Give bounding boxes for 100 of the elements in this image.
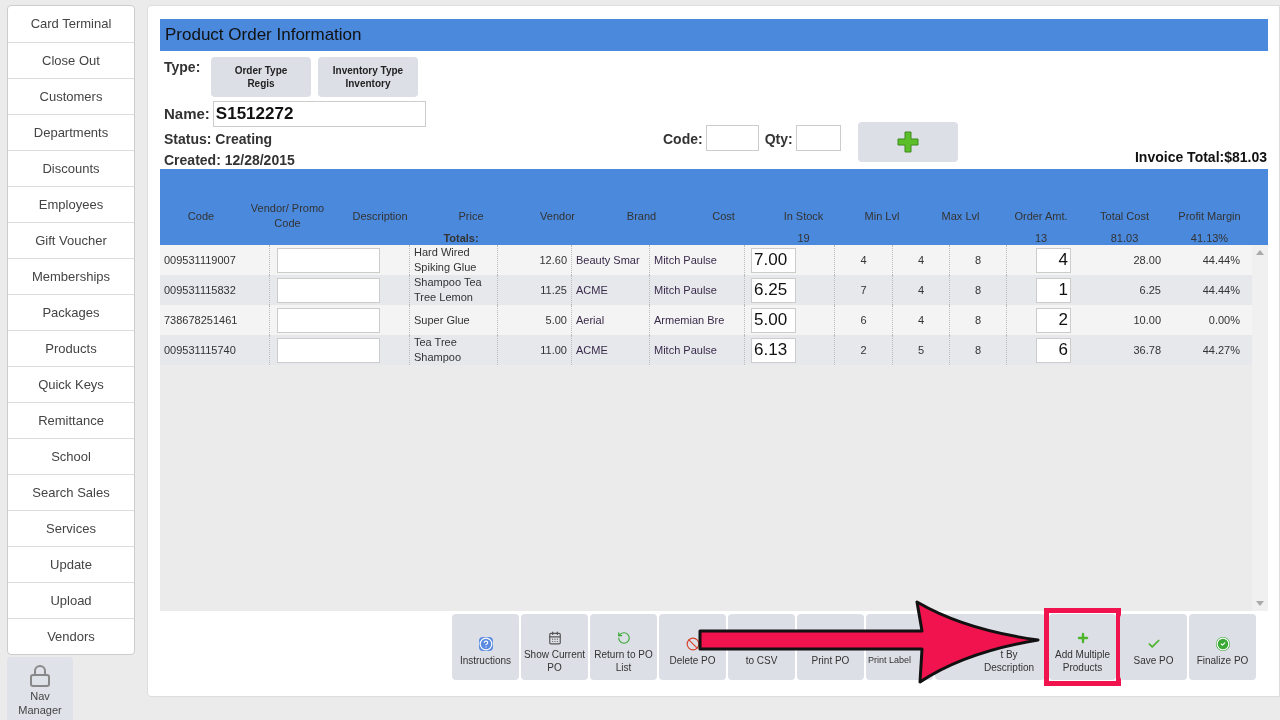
- sidebar-item[interactable]: Vendors: [8, 618, 134, 654]
- return-icon: [616, 630, 631, 645]
- table-cell: 0.00%: [1208, 312, 1240, 328]
- sidebar-item[interactable]: Close Out: [8, 42, 134, 78]
- type-label: Type:: [164, 58, 202, 77]
- cost-field[interactable]: 5.00: [751, 307, 796, 333]
- code-field[interactable]: [705, 125, 759, 151]
- table-cell: 009531115832: [164, 282, 236, 298]
- toolbar-button[interactable]: Save PO: [1120, 614, 1187, 680]
- scrollbar[interactable]: [1252, 245, 1268, 611]
- sidebar-item[interactable]: Packages: [8, 294, 134, 330]
- total-cell-text: 19: [796, 231, 811, 245]
- name-field[interactable]: S1512272: [212, 101, 426, 127]
- sidebar-item[interactable]: School: [8, 438, 134, 474]
- table-cell: 10.00: [1133, 312, 1161, 328]
- sidebar-item[interactable]: Update: [8, 546, 134, 582]
- column-header: Max Lvl: [940, 208, 981, 224]
- table-cell: 4: [860, 252, 867, 268]
- type-button[interactable]: Inventory Type Inventory: [318, 57, 418, 97]
- toolbar-button[interactable]: Instructions: [452, 614, 519, 680]
- table-cell: Super Glue: [414, 312, 470, 328]
- promo-code-field[interactable]: [277, 307, 380, 333]
- sidebar-item[interactable]: Products: [8, 330, 134, 366]
- sidebar-item[interactable]: Search Sales: [8, 474, 134, 510]
- invoice-total: Invoice Total:$81.03: [1135, 148, 1267, 167]
- sidebar-item[interactable]: Services: [8, 510, 134, 546]
- table-cell: Mitch Paulse: [654, 342, 717, 358]
- table-cell: 2: [860, 342, 867, 358]
- table-cell: 4: [917, 312, 925, 328]
- sidebar-item[interactable]: Memberships: [8, 258, 134, 294]
- table-cell: 4: [917, 252, 925, 268]
- table-cell: Mitch Paulse: [654, 252, 717, 268]
- table-cell-text: Hard Wired Spiking Glue: [414, 245, 478, 275]
- column-header: Min Lvl: [863, 208, 901, 224]
- nav-manager-button[interactable]: Nav Manager: [7, 657, 73, 720]
- qty-label: Qty:: [764, 130, 793, 149]
- table-cell: 8: [974, 252, 982, 268]
- table-cell: 7: [860, 282, 867, 298]
- toolbar-button[interactable]: Return to PO List: [590, 614, 657, 680]
- order-amount-field[interactable]: 4: [1036, 247, 1071, 273]
- table-cell-text: Tea Tree Shampoo: [414, 335, 463, 365]
- table-cell: 009531115740: [164, 342, 236, 358]
- sidebar-item[interactable]: Customers: [8, 78, 134, 114]
- table-cell: 11.00: [540, 342, 567, 358]
- order-amount-field[interactable]: 2: [1036, 307, 1071, 333]
- toolbar-button[interactable]: Finalize PO: [1189, 614, 1256, 680]
- sidebar-item[interactable]: Departments: [8, 114, 134, 150]
- column-header: Total Cost: [1099, 208, 1150, 224]
- delete-icon: [685, 637, 700, 651]
- plus-icon: [896, 131, 919, 153]
- total-cell-text: 41.13%: [1189, 231, 1230, 245]
- toolbar-button[interactable]: Show Current PO: [521, 614, 588, 680]
- table-cell: 6: [860, 312, 867, 328]
- scroll-up-icon[interactable]: [1256, 250, 1264, 255]
- table-cell: 6.25: [1139, 282, 1161, 298]
- table-cell: Armemian Bre: [654, 312, 725, 328]
- total-cell-text: 81.03: [1109, 231, 1140, 245]
- promo-code-field[interactable]: [277, 277, 380, 303]
- created-text: Created: 12/28/2015: [164, 151, 296, 170]
- table-cell: 5: [917, 342, 925, 358]
- sidebar-item[interactable]: Upload: [8, 582, 134, 618]
- order-amount-field[interactable]: 6: [1036, 337, 1071, 363]
- table-cell: 009531119007: [164, 252, 236, 268]
- sidebar-item[interactable]: Gift Voucher: [8, 222, 134, 258]
- cost-field[interactable]: 6.13: [751, 337, 796, 363]
- table-cell: 738678251461: [164, 312, 238, 328]
- column-header: Description: [351, 208, 409, 224]
- sidebar-item[interactable]: Discounts: [8, 150, 134, 186]
- column-header: Order Amt.: [1013, 208, 1069, 224]
- sidebar-item[interactable]: Employees: [8, 186, 134, 222]
- calendar-icon: [547, 630, 562, 645]
- cost-field[interactable]: 6.25: [751, 277, 796, 303]
- promo-code-field[interactable]: [277, 247, 380, 273]
- order-amount-field[interactable]: 1: [1036, 277, 1071, 303]
- table-cell: 5.00: [545, 312, 567, 328]
- sidebar-item[interactable]: Remittance: [8, 402, 134, 438]
- promo-code-field[interactable]: [277, 337, 380, 363]
- cost-field[interactable]: 7.00: [751, 247, 796, 273]
- qty-field[interactable]: [795, 125, 841, 151]
- status-text: Status: Creating: [164, 130, 274, 149]
- table-cell: 4: [917, 282, 925, 298]
- table-cell: 44.27%: [1202, 342, 1240, 358]
- totals-label: Totals:: [442, 231, 480, 245]
- sidebar-item[interactable]: Card Terminal: [8, 6, 134, 42]
- sidebar-item[interactable]: Quick Keys: [8, 366, 134, 402]
- column-header: Cost: [711, 208, 736, 224]
- check-icon: [1146, 637, 1161, 651]
- name-label: Name:: [164, 103, 210, 124]
- table-cell-text: Shampoo Tea Tree Lemon: [414, 275, 483, 305]
- check-circle-icon: [1215, 637, 1230, 651]
- type-button[interactable]: Order Type Regis: [211, 57, 311, 97]
- column-header: Price: [457, 208, 485, 224]
- table-cell: 8: [974, 282, 982, 298]
- add-button[interactable]: [857, 122, 958, 162]
- scroll-down-icon[interactable]: [1256, 601, 1264, 606]
- column-header: Brand: [625, 208, 658, 224]
- table-cell: Mitch Paulse: [654, 282, 717, 298]
- toolbar-button[interactable]: Add Multiple Products: [1049, 614, 1116, 680]
- column-header: Code: [186, 208, 216, 224]
- title-bar: Product Order Information: [160, 19, 1268, 51]
